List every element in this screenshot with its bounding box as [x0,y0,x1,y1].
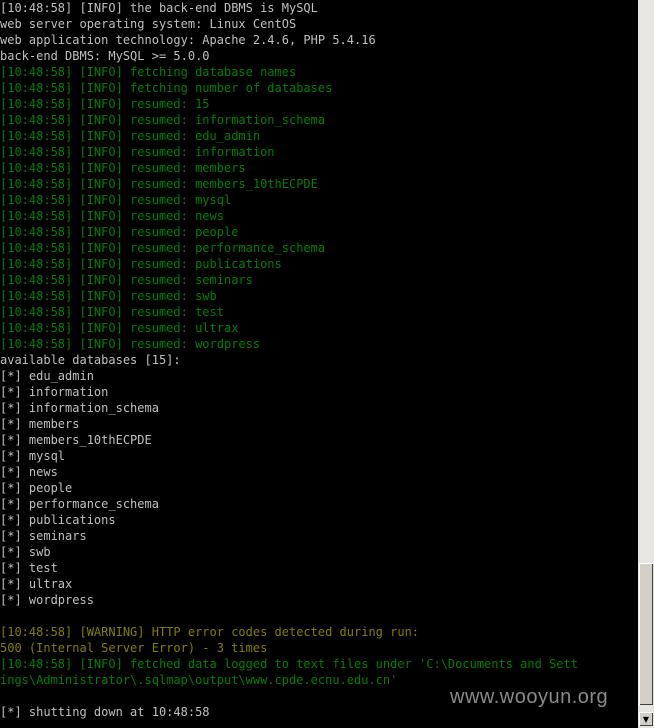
console-line: [10:48:58] [INFO] resumed: mysql [0,193,232,207]
console-line: [10:48:58] [INFO] fetched data logged to… [0,657,578,671]
console-line: [*] swb [0,545,51,559]
console-line: [*] test [0,561,58,575]
console-line: [10:48:58] [INFO] resumed: 15 [0,97,210,111]
console-line: [*] ultrax [0,577,73,591]
console-line: [10:48:58] [INFO] resumed: edu_admin [0,129,261,143]
console-output: [10:48:58] [INFO] the back-end DBMS is M… [0,0,638,720]
console-line: [10:48:58] [INFO] resumed: test [0,305,224,319]
console-line: [10:48:58] [INFO] resumed: ultrax [0,321,239,335]
console-line: available databases [15]: [0,353,181,367]
console-window[interactable]: [10:48:58] [INFO] the back-end DBMS is M… [0,0,638,728]
arrow-down-icon: ▼ [642,714,650,724]
console-line: web server operating system: Linux CentO… [0,17,297,31]
console-line: [*] mysql [0,449,66,463]
console-line: [*] wordpress [0,593,94,607]
console-line: [*] members [0,417,80,431]
console-line: 500 (Internal Server Error) - 3 times [0,641,268,655]
console-line: [*] information [0,385,109,399]
watermark: www.wooyun.org [450,686,609,708]
console-line: [10:48:58] [INFO] resumed: wordpress [0,337,261,351]
console-line: [10:48:58] [INFO] resumed: seminars [0,273,253,287]
console-line: [10:48:58] [INFO] resumed: publications [0,257,282,271]
console-line: [*] information_schema [0,401,159,415]
console-line: [10:48:58] [INFO] the back-end DBMS is M… [0,1,318,15]
console-line: [10:48:58] [INFO] resumed: people [0,225,239,239]
console-line: [*] performance_schema [0,497,159,511]
console-line: [*] seminars [0,529,87,543]
console-line: [10:48:58] [INFO] fetching database name… [0,65,297,79]
console-line: back-end DBMS: MySQL >= 5.0.0 [0,49,210,63]
console-line: [*] people [0,481,73,495]
console-line: [10:48:58] [INFO] resumed: information [0,145,275,159]
console-line: [10:48:58] [INFO] resumed: members [0,161,246,175]
console-line: [10:48:58] [INFO] fetching number of dat… [0,81,333,95]
vertical-scrollbar[interactable]: ▼ [638,0,654,728]
console-line: [*] publications [0,513,116,527]
console-line: [10:48:58] [INFO] resumed: information_s… [0,113,326,127]
console-line: [10:48:58] [INFO] resumed: performance_s… [0,241,326,255]
console-line: web application technology: Apache 2.4.6… [0,33,376,47]
console-line: [10:48:58] [INFO] resumed: swb [0,289,217,303]
scroll-down-button[interactable]: ▼ [639,712,653,726]
console-line: [*] edu_admin [0,369,94,383]
console-line: [*] news [0,465,58,479]
console-line: [10:48:58] [INFO] resumed: members_10thE… [0,177,318,191]
console-line: [10:48:58] [WARNING] HTTP error codes de… [0,625,420,639]
console-line: [*] members_10thECPDE [0,433,152,447]
console-line: [10:48:58] [INFO] resumed: news [0,209,224,223]
scrollbar-thumb[interactable] [639,563,653,705]
